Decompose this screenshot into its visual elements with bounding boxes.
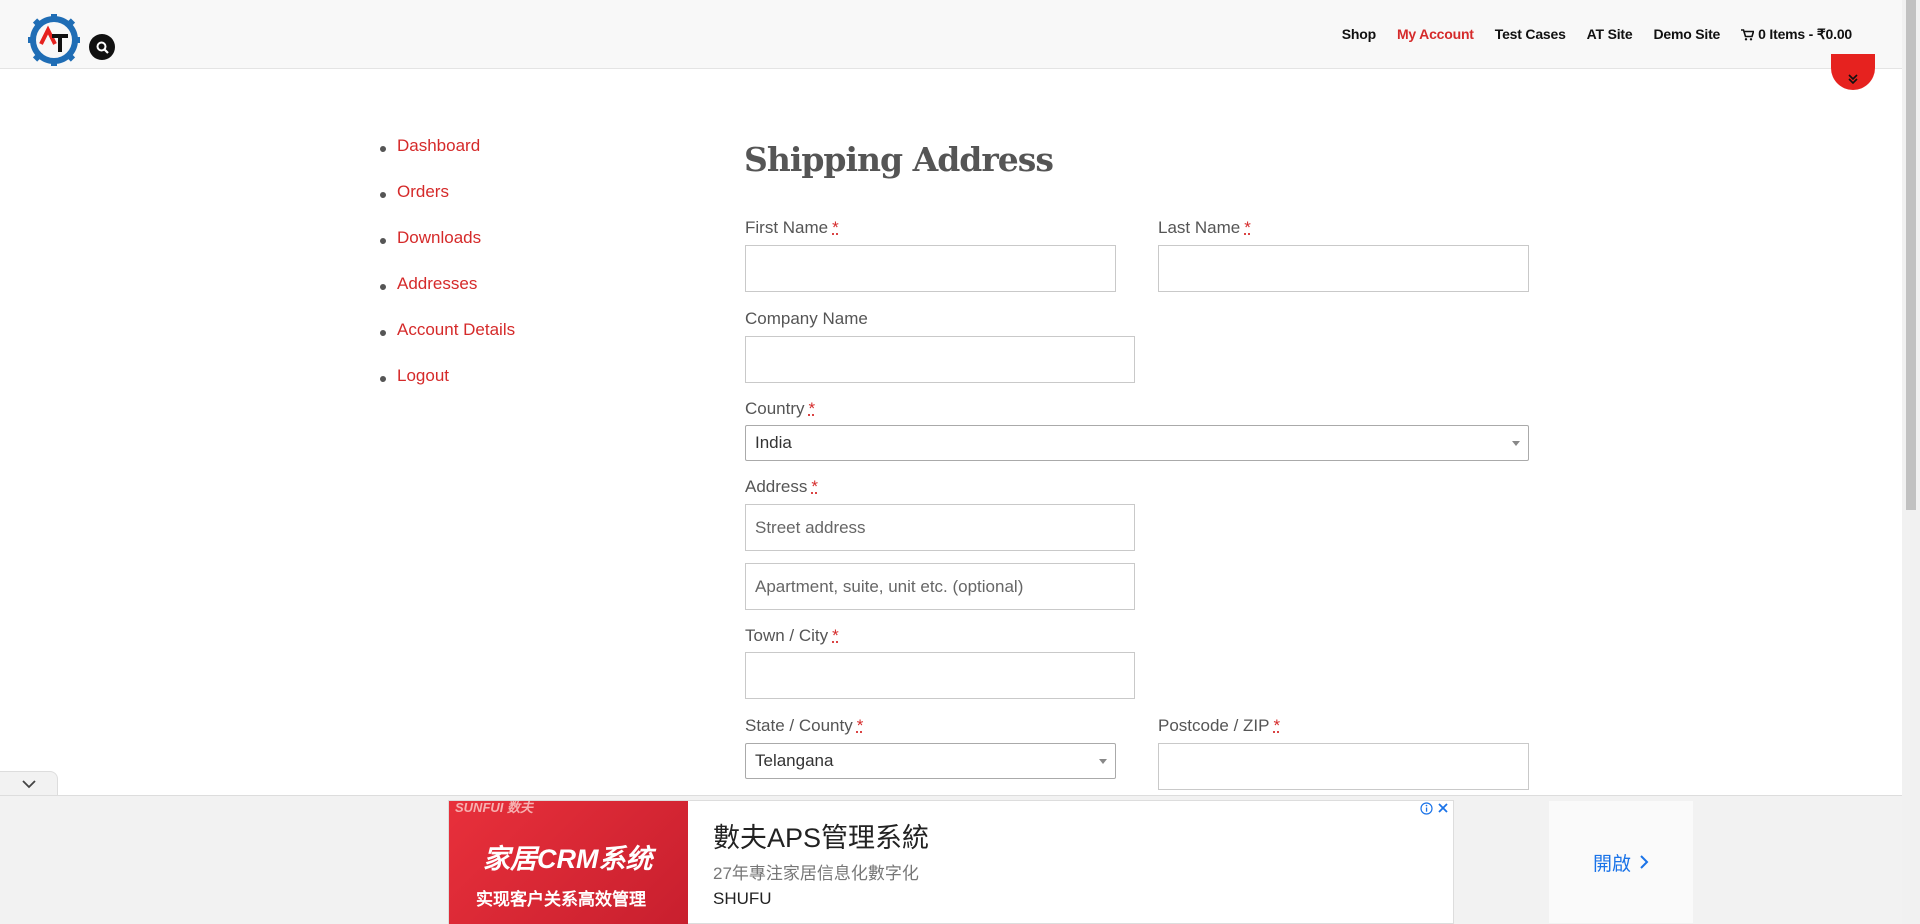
ad-open-button[interactable]: 開啟 (1549, 801, 1693, 923)
account-nav-item: Downloads (380, 228, 515, 274)
info-icon[interactable] (1420, 802, 1433, 815)
state-county-select[interactable]: Telangana (745, 743, 1116, 779)
ad-advertiser: SHUFU (713, 889, 772, 909)
account-nav-account-details[interactable]: Account Details (397, 320, 515, 339)
account-nav-dashboard[interactable]: Dashboard (397, 136, 480, 155)
scrollbar-thumb[interactable] (1906, 0, 1916, 510)
town-city-label: Town / City * (745, 626, 839, 646)
company-name-label: Company Name (745, 309, 868, 329)
search-button[interactable] (89, 34, 115, 60)
nav-at-site[interactable]: AT Site (1587, 26, 1633, 43)
account-nav-logout[interactable]: Logout (397, 366, 449, 385)
account-nav-downloads[interactable]: Downloads (397, 228, 481, 247)
nav-demo-site[interactable]: Demo Site (1653, 26, 1720, 43)
ad-text[interactable]: 數夫APS管理系統 27年專注家居信息化數字化 SHUFU 開啟 (688, 801, 1453, 923)
last-name-field[interactable] (1158, 245, 1529, 292)
chevron-right-icon (1639, 854, 1649, 870)
required-mark: * (1244, 218, 1251, 237)
state-select-value: Telangana (755, 751, 833, 771)
account-nav-item: Logout (380, 366, 515, 412)
required-mark: * (857, 716, 864, 735)
site-logo[interactable] (28, 14, 80, 66)
state-county-label: State / County * (745, 716, 863, 736)
postcode-field[interactable] (1158, 743, 1529, 790)
page-title: Shipping Address (744, 140, 1053, 179)
required-mark: * (1274, 716, 1281, 735)
account-nav-orders[interactable]: Orders (397, 182, 449, 201)
page-scrollbar[interactable] (1902, 0, 1920, 924)
ad-brand: SUNFUI 数夫 (455, 801, 533, 816)
company-name-field[interactable] (745, 336, 1135, 383)
account-nav-item: Account Details (380, 320, 515, 366)
cart-icon (1741, 29, 1754, 41)
ad-cta-label: 開啟 (1593, 849, 1631, 876)
ad-image[interactable]: SUNFUI 数夫 家居CRM系统 实现客户关系高效管理 (449, 801, 688, 924)
first-name-label: First Name * (745, 218, 839, 238)
ad-subline: 27年專注家居信息化數字化 (713, 859, 919, 884)
main-nav: Shop My Account Test Cases AT Site Demo … (1342, 26, 1852, 43)
cart-summary: 0 Items - ₹0.00 (1758, 26, 1852, 43)
account-nav-addresses[interactable]: Addresses (397, 274, 477, 293)
scroll-top-button[interactable] (1831, 54, 1875, 90)
street-address-field[interactable] (745, 504, 1135, 551)
caret-down-icon (1512, 441, 1520, 446)
account-nav-item: Dashboard (380, 136, 515, 182)
first-name-field[interactable] (745, 245, 1116, 292)
chevron-down-icon (21, 779, 37, 789)
country-select-value: India (755, 433, 792, 453)
required-mark: * (832, 218, 839, 237)
account-nav-item: Addresses (380, 274, 515, 320)
apartment-field[interactable] (745, 563, 1135, 610)
close-icon[interactable] (1437, 802, 1449, 814)
nav-test-cases[interactable]: Test Cases (1495, 26, 1566, 43)
account-nav: Dashboard Orders Downloads Addresses Acc… (380, 136, 515, 412)
search-icon (96, 41, 109, 54)
last-name-label: Last Name * (1158, 218, 1251, 238)
postcode-label: Postcode / ZIP * (1158, 716, 1280, 736)
address-label: Address * (745, 477, 818, 497)
ad-headline: 數夫APS管理系統 (713, 816, 929, 855)
ad-image-subtitle: 实现客户关系高效管理 (476, 885, 646, 910)
country-label: Country * (745, 399, 815, 419)
nav-cart[interactable]: 0 Items - ₹0.00 (1741, 26, 1852, 43)
ad-controls (1420, 802, 1449, 815)
ad-image-title: 家居CRM系统 (483, 837, 653, 876)
caret-down-icon (1099, 759, 1107, 764)
double-chevron-down-icon (1847, 73, 1859, 85)
required-mark: * (811, 477, 818, 496)
site-header: Shop My Account Test Cases AT Site Demo … (0, 0, 1902, 69)
ad-banner[interactable]: SUNFUI 数夫 家居CRM系统 实现客户关系高效管理 數夫APS管理系統 2… (448, 800, 1454, 924)
required-mark: * (809, 399, 816, 418)
nav-my-account[interactable]: My Account (1397, 26, 1474, 43)
nav-shop[interactable]: Shop (1342, 26, 1376, 43)
country-select[interactable]: India (745, 425, 1529, 461)
ad-collapse-button[interactable] (0, 771, 58, 796)
town-city-field[interactable] (745, 652, 1135, 699)
required-mark: * (832, 626, 839, 645)
account-nav-item: Orders (380, 182, 515, 228)
